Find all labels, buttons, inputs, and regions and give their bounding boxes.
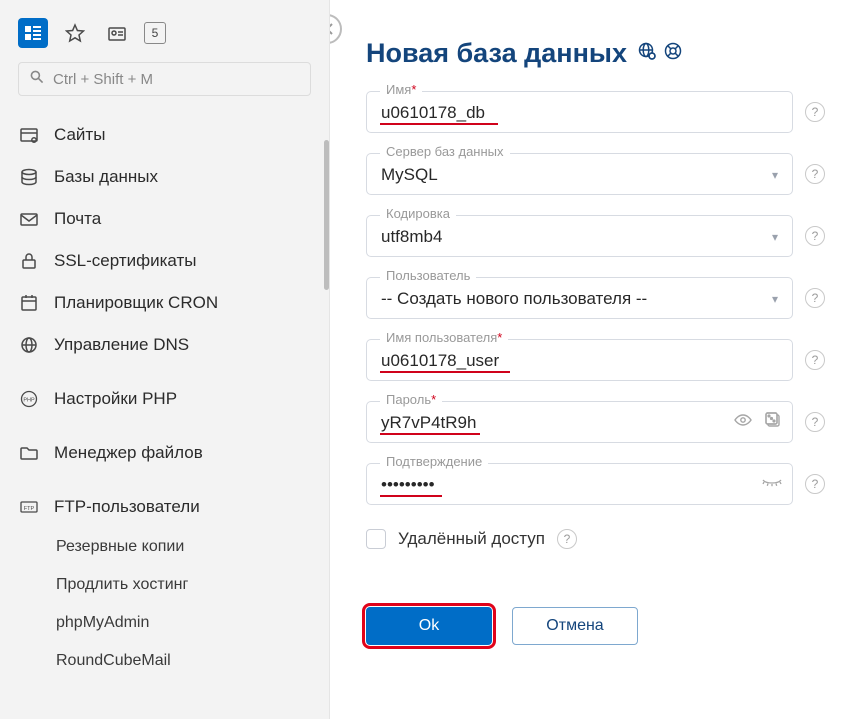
chevron-down-icon: ▾: [772, 292, 778, 306]
remote-access-label: Удалённый доступ: [398, 529, 545, 549]
db-name-label: Имя*: [380, 82, 422, 97]
folder-icon: [18, 442, 40, 464]
help-icon[interactable]: ?: [805, 288, 825, 308]
db-username-label: Имя пользователя*: [380, 330, 508, 345]
nav-label: Продлить хостинг: [56, 576, 188, 594]
nav-ftp[interactable]: FTP FTP-пользователи: [0, 486, 329, 528]
remote-access-row: Удалённый доступ ?: [366, 529, 825, 549]
nav-cron[interactable]: Планировщик CRON: [0, 282, 329, 324]
db-encoding-select[interactable]: utf8mb4 ▾: [366, 215, 793, 257]
db-confirm-input[interactable]: [366, 463, 793, 505]
window-icon: [18, 124, 40, 146]
nav-label: Управление DNS: [54, 335, 189, 355]
count-badge[interactable]: 5: [144, 22, 166, 44]
database-icon: [18, 166, 40, 188]
nav-label: FTP-пользователи: [54, 497, 200, 517]
db-name-input[interactable]: [366, 91, 793, 133]
db-name-field: Имя*: [366, 91, 793, 133]
db-confirm-field: Подтверждение: [366, 463, 793, 505]
db-encoding-label: Кодировка: [380, 206, 456, 221]
scrollbar[interactable]: [324, 140, 329, 290]
db-username-input[interactable]: [366, 339, 793, 381]
db-confirm-label: Подтверждение: [380, 454, 488, 469]
footer-actions: Ok Отмена: [366, 607, 825, 645]
close-button[interactable]: [330, 14, 342, 44]
globe-db-icon[interactable]: [637, 41, 657, 67]
db-server-select[interactable]: MySQL ▾: [366, 153, 793, 195]
help-icon[interactable]: ?: [805, 474, 825, 494]
lock-icon: [18, 250, 40, 272]
top-icon-row: 5: [0, 18, 329, 62]
db-password-field: Пароль*: [366, 401, 793, 443]
search-input[interactable]: Ctrl + Shift + M: [18, 62, 311, 96]
nav-label: Базы данных: [54, 167, 158, 187]
dice-icon[interactable]: [763, 410, 783, 434]
ftp-icon: FTP: [18, 496, 40, 518]
main-panel: Новая база данных Имя* ? Сервер баз данн…: [330, 0, 855, 719]
db-server-field: Сервер баз данных MySQL ▾: [366, 153, 793, 195]
help-icon[interactable]: ?: [805, 102, 825, 122]
db-user-field: Пользователь -- Создать нового пользоват…: [366, 277, 793, 319]
help-icon[interactable]: ?: [805, 164, 825, 184]
nav-label: Почта: [54, 209, 101, 229]
nav-label: Резервные копии: [56, 538, 184, 556]
nav-label: Планировщик CRON: [54, 293, 218, 313]
nav-label: phpMyAdmin: [56, 614, 149, 632]
id-card-icon[interactable]: [102, 18, 132, 48]
db-username-field: Имя пользователя*: [366, 339, 793, 381]
nav-renew[interactable]: Продлить хостинг: [0, 566, 329, 604]
mail-icon: [18, 208, 40, 230]
nav-roundcube[interactable]: RoundCubeMail: [0, 642, 329, 680]
page-title: Новая база данных: [366, 38, 825, 69]
db-server-label: Сервер баз данных: [380, 144, 510, 159]
chevron-down-icon: ▾: [772, 168, 778, 182]
eye-closed-icon[interactable]: [761, 472, 783, 496]
nav-home-icon[interactable]: [18, 18, 48, 48]
nav-sites[interactable]: Сайты: [0, 114, 329, 156]
nav-backups[interactable]: Резервные копии: [0, 528, 329, 566]
chevron-down-icon: ▾: [772, 230, 778, 244]
nav-dns[interactable]: Управление DNS: [0, 324, 329, 366]
help-icon[interactable]: ?: [805, 226, 825, 246]
nav-label: Менеджер файлов: [54, 443, 203, 463]
nav-label: Сайты: [54, 125, 105, 145]
db-user-label: Пользователь: [380, 268, 476, 283]
search-icon: [29, 69, 45, 89]
svg-text:FTP: FTP: [24, 506, 35, 512]
help-icon[interactable]: ?: [805, 412, 825, 432]
nav-mail[interactable]: Почта: [0, 198, 329, 240]
nav-databases[interactable]: Базы данных: [0, 156, 329, 198]
db-encoding-field: Кодировка utf8mb4 ▾: [366, 215, 793, 257]
nav-label: RoundCubeMail: [56, 652, 171, 670]
db-password-input[interactable]: [366, 401, 793, 443]
db-user-select[interactable]: -- Создать нового пользователя -- ▾: [366, 277, 793, 319]
nav-list: Сайты Базы данных Почта SSL-сертификаты …: [0, 110, 329, 684]
svg-text:PHP: PHP: [23, 398, 35, 404]
nav-ssl[interactable]: SSL-сертификаты: [0, 240, 329, 282]
nav-php[interactable]: PHP Настройки PHP: [0, 378, 329, 420]
globe-icon: [18, 334, 40, 356]
nav-label: SSL-сертификаты: [54, 251, 197, 271]
php-icon: PHP: [18, 388, 40, 410]
nav-file-manager[interactable]: Менеджер файлов: [0, 432, 329, 474]
sidebar: 5 Ctrl + Shift + M Сайты Базы данных Поч…: [0, 0, 330, 719]
lifebuoy-icon[interactable]: [663, 41, 683, 67]
search-placeholder: Ctrl + Shift + M: [53, 71, 153, 88]
eye-icon[interactable]: [733, 410, 753, 434]
nav-label: Настройки PHP: [54, 389, 177, 409]
cancel-button[interactable]: Отмена: [512, 607, 638, 645]
calendar-icon: [18, 292, 40, 314]
help-icon[interactable]: ?: [805, 350, 825, 370]
star-icon[interactable]: [60, 18, 90, 48]
ok-button[interactable]: Ok: [366, 607, 492, 645]
nav-phpmyadmin[interactable]: phpMyAdmin: [0, 604, 329, 642]
db-password-label: Пароль*: [380, 392, 442, 407]
help-icon[interactable]: ?: [557, 529, 577, 549]
remote-access-checkbox[interactable]: [366, 529, 386, 549]
